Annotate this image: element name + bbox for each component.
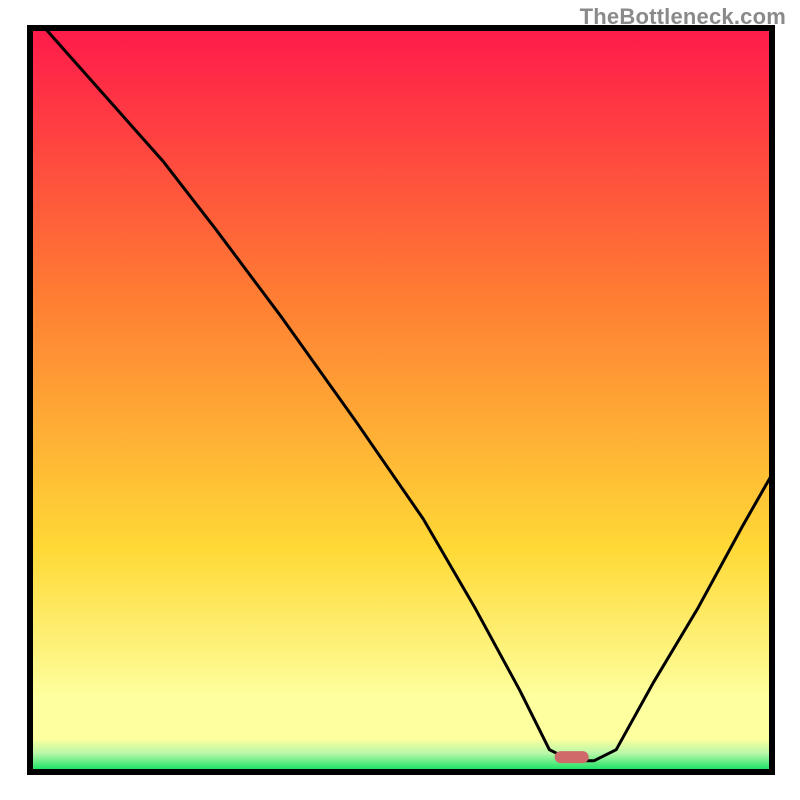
watermark-text: TheBottleneck.com [580, 4, 786, 30]
chart-container: TheBottleneck.com [0, 0, 800, 800]
chart-svg [0, 0, 800, 800]
plot-background [30, 28, 772, 772]
optimal-marker [555, 751, 589, 763]
